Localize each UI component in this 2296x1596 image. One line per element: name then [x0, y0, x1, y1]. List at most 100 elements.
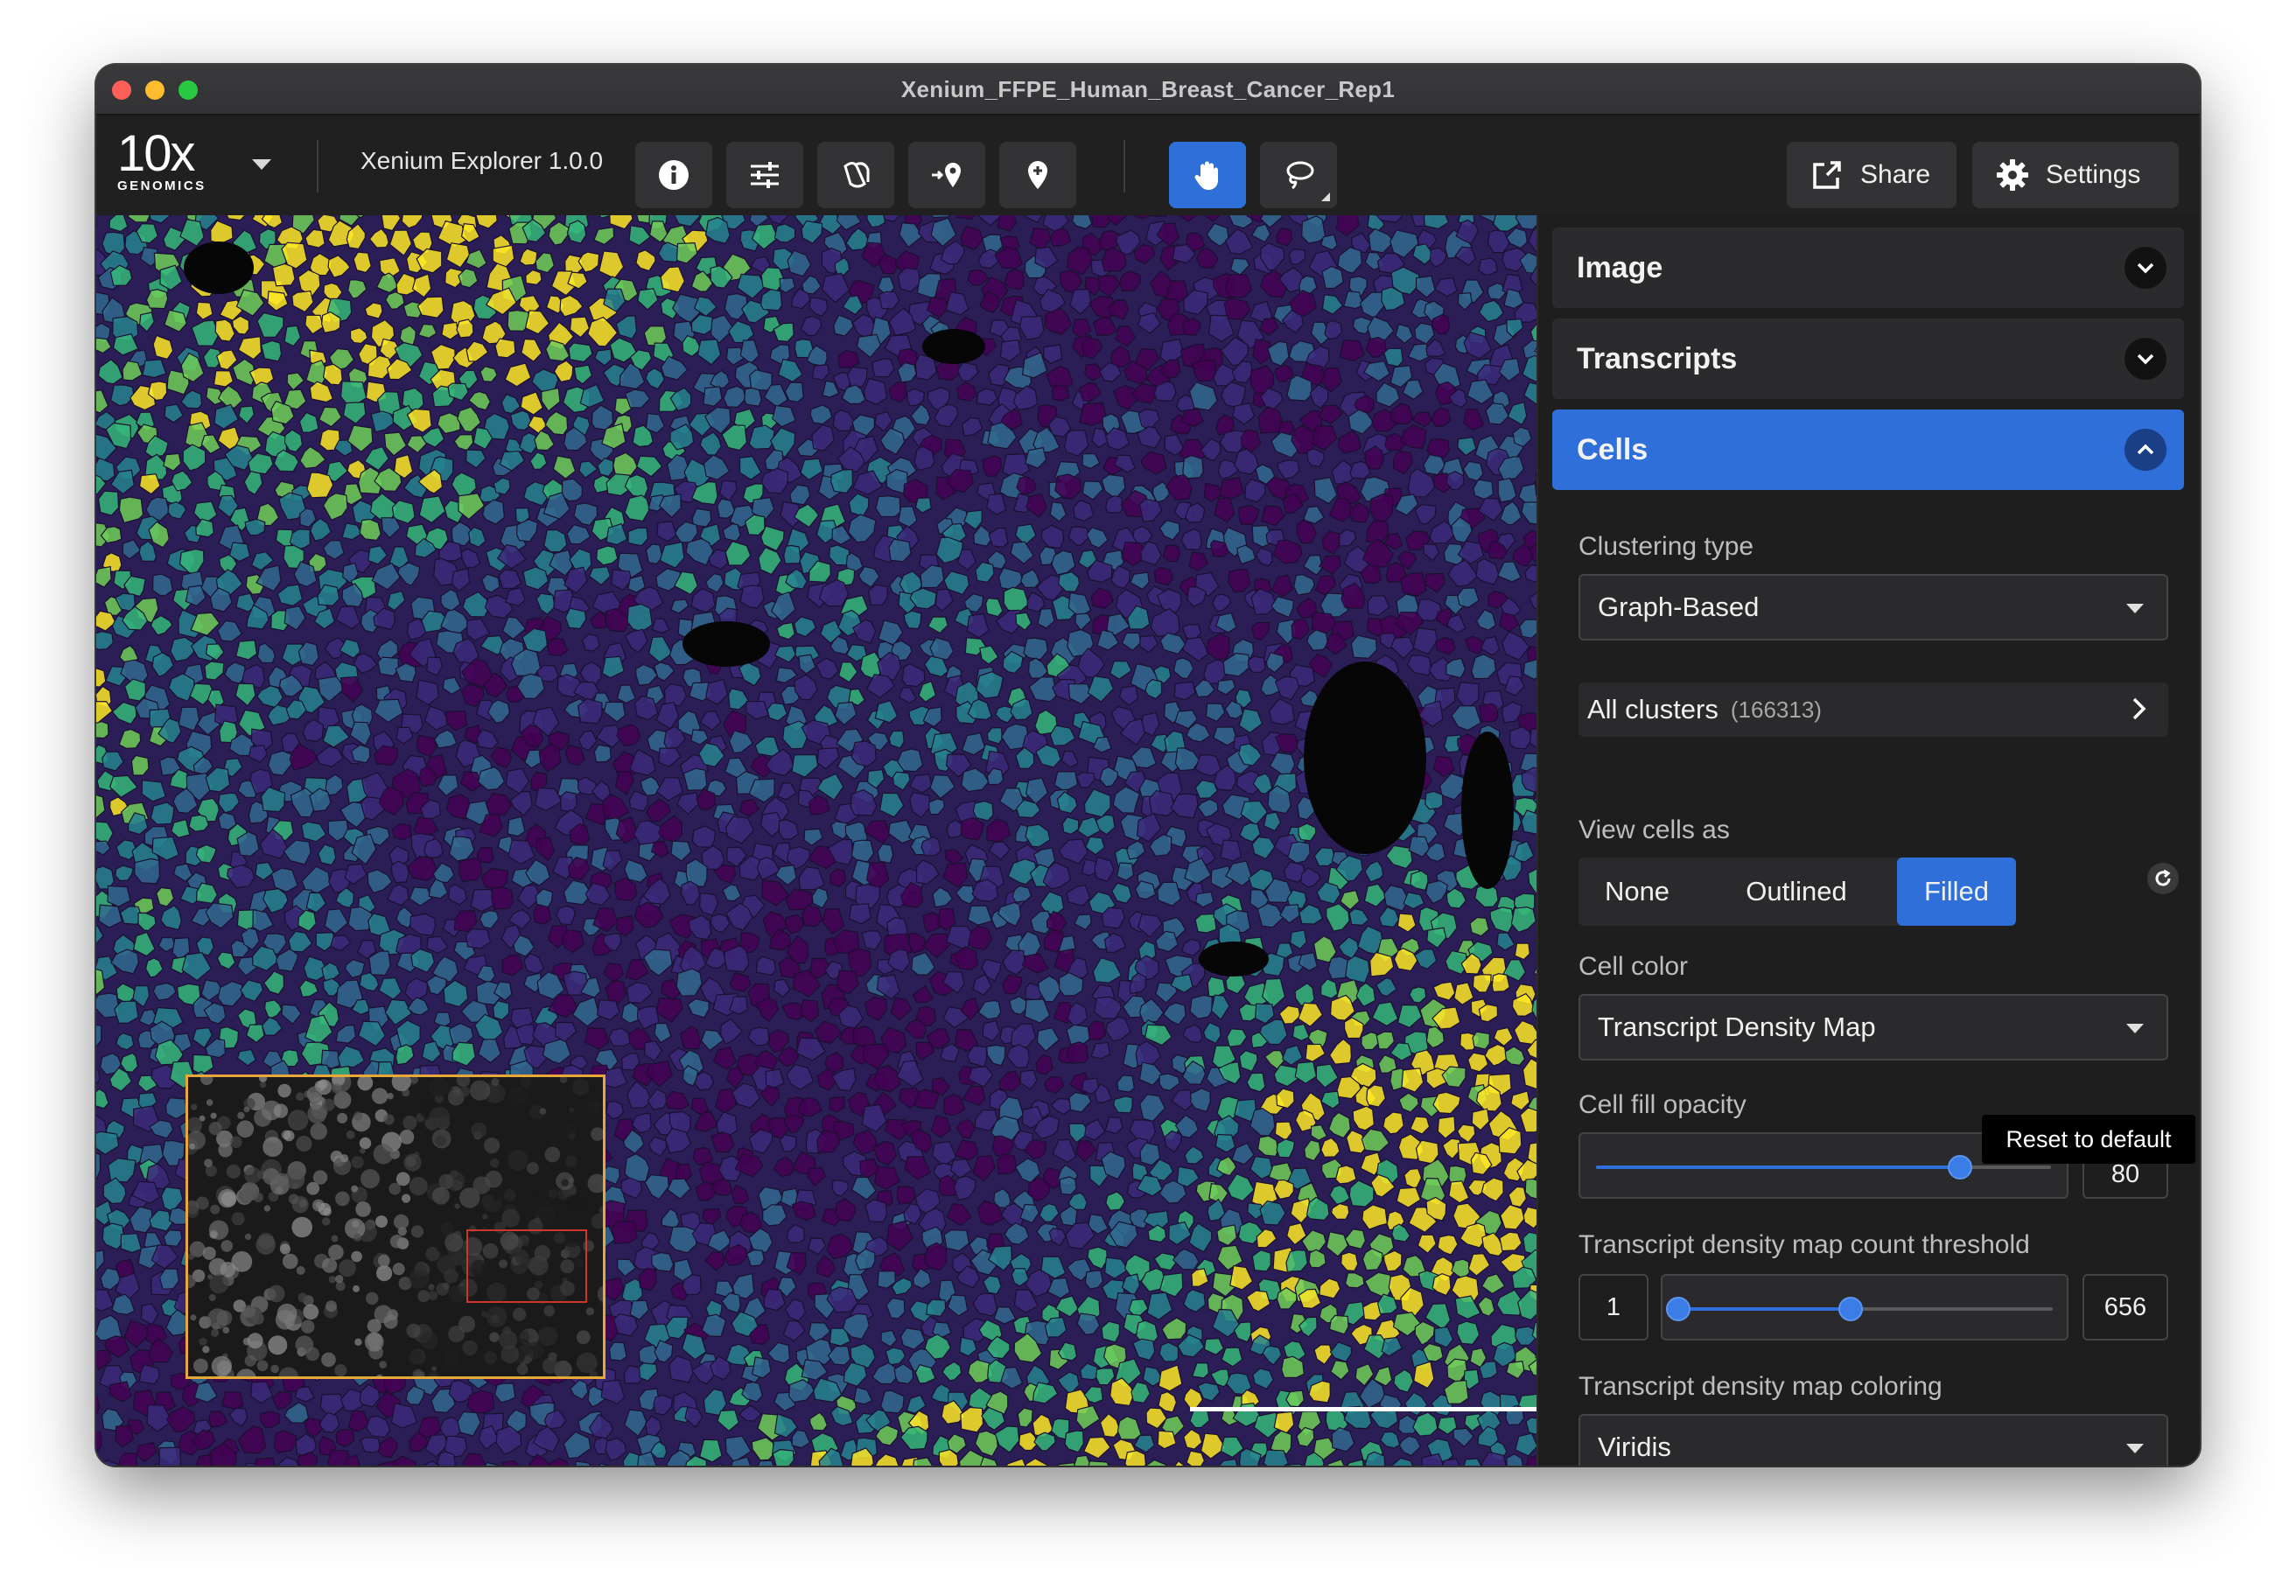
chevron-up-icon [2124, 429, 2166, 471]
cell-polygon [749, 368, 773, 391]
dropdown-caret-icon [2126, 1024, 2144, 1033]
minimap-blob [353, 1284, 360, 1292]
minimap-blob [440, 1222, 454, 1236]
share-button[interactable]: Share [1787, 142, 1956, 208]
minimap-blob [394, 1214, 410, 1229]
cell-polygon [783, 544, 802, 564]
tissue-gap [922, 329, 985, 364]
toolbar: 10x GENOMICS Xenium Explorer 1.0.0 Share… [96, 116, 2200, 215]
cell-polygon [359, 518, 382, 542]
minimap-blob [544, 1146, 561, 1163]
chevron-down-icon [2124, 247, 2166, 289]
minimap-blob [328, 1276, 336, 1284]
add-location-icon [932, 163, 961, 187]
minimap-blob [259, 1077, 268, 1082]
minimap-blob [303, 1304, 319, 1320]
minimap-blob [360, 1169, 380, 1189]
minimap-blob [587, 1100, 601, 1114]
transcripts-section-header[interactable]: Transcripts [1552, 318, 2184, 399]
cell-polygon [1334, 1165, 1357, 1185]
dropdown-caret-icon [2126, 604, 2144, 613]
overview-minimap[interactable] [186, 1074, 606, 1379]
minimap-blob [516, 1363, 528, 1376]
minimap-blob [234, 1378, 241, 1379]
logo-menu-chevron-down-icon[interactable] [252, 159, 271, 170]
minimap-blob [190, 1103, 198, 1110]
minimap-blob [236, 1368, 256, 1376]
cell-polygon [436, 1451, 456, 1466]
tissue-gap [1199, 942, 1269, 976]
view-none-option[interactable]: None [1578, 858, 1696, 926]
minimap-blob [270, 1364, 279, 1374]
cell-polygon [1224, 274, 1253, 298]
view-outlined-option[interactable]: Outlined [1696, 858, 1897, 926]
chevron-right-icon [2132, 697, 2146, 720]
close-window-button[interactable] [112, 80, 131, 100]
opacity-value: 80 [2110, 1159, 2140, 1188]
minimap-blob [431, 1186, 450, 1205]
minimap-blob [576, 1330, 591, 1345]
minimap-blob [288, 1194, 299, 1205]
cell-polygon [271, 262, 296, 287]
lasso-tool-button[interactable] [1260, 142, 1337, 208]
minimap-blob [585, 1307, 594, 1316]
minimap-blob [200, 1077, 214, 1086]
share-label: Share [1860, 160, 1931, 189]
threshold-min-field[interactable]: 1 [1578, 1274, 1648, 1340]
minimap-blob [298, 1292, 308, 1303]
cell-polygon [158, 1446, 182, 1466]
minimap-blob [443, 1349, 460, 1367]
minimap-blob [391, 1077, 411, 1092]
view-filled-option[interactable]: Filled [1897, 858, 2016, 926]
coloring-select[interactable]: Viridis [1578, 1414, 2168, 1466]
minimap-blob [402, 1116, 417, 1130]
minimap-blob [419, 1371, 425, 1376]
minimap-blob [490, 1158, 500, 1168]
all-clusters-row[interactable]: All clusters (166313) [1578, 682, 2168, 737]
cells-section-header[interactable]: Cells [1552, 410, 2184, 490]
cell-polygon [566, 220, 587, 244]
minimap-blob [444, 1269, 458, 1284]
add-location-button[interactable] [908, 142, 985, 208]
minimap-blob [199, 1337, 207, 1346]
threshold-max-field[interactable]: 656 [2082, 1274, 2168, 1340]
slider-handle[interactable] [1948, 1155, 1972, 1180]
minimize-window-button[interactable] [145, 80, 164, 100]
flip-button[interactable] [817, 142, 894, 208]
minimap-blob [388, 1182, 402, 1195]
clustering-type-select[interactable]: Graph-Based [1578, 574, 2168, 640]
slider-max-handle[interactable] [1838, 1297, 1863, 1321]
minimap-blob [444, 1233, 464, 1252]
image-section-header[interactable]: Image [1552, 228, 2184, 308]
tissue-gap [682, 621, 770, 667]
minimap-blob [242, 1305, 256, 1319]
pin-button[interactable] [999, 142, 1076, 208]
cell-color-select[interactable]: Transcript Density Map [1578, 994, 2168, 1060]
cell-polygon [1479, 703, 1499, 723]
title-bar: Xenium_FFPE_Human_Breast_Cancer_Rep1 [96, 65, 2200, 116]
maximize-window-button[interactable] [178, 80, 198, 100]
adjustments-button[interactable] [726, 142, 803, 208]
cell-polygon [846, 366, 868, 388]
slider-min-handle[interactable] [1666, 1297, 1690, 1321]
threshold-range-slider[interactable] [1661, 1274, 2068, 1340]
info-icon [659, 160, 689, 190]
cell-polygon [888, 730, 905, 749]
settings-button[interactable]: Settings [1972, 142, 2179, 208]
reset-default-button[interactable] [2147, 863, 2179, 894]
minimap-blob [312, 1170, 328, 1185]
minimap-blob [561, 1179, 569, 1186]
cell-polygon [611, 1220, 639, 1244]
pan-tool-button[interactable] [1169, 142, 1246, 208]
minimap-blob [279, 1243, 290, 1255]
minimap-blob [543, 1305, 556, 1317]
cell-polygon [260, 340, 283, 362]
minimap-blob [230, 1136, 242, 1148]
minimap-blob [427, 1371, 440, 1376]
minimap-viewport-indicator[interactable] [466, 1229, 587, 1303]
minimap-blob [278, 1367, 298, 1376]
cell-polygon [138, 1363, 160, 1385]
minimap-blob [442, 1282, 450, 1290]
cell-polygon [772, 1448, 794, 1466]
info-button[interactable] [635, 142, 712, 208]
